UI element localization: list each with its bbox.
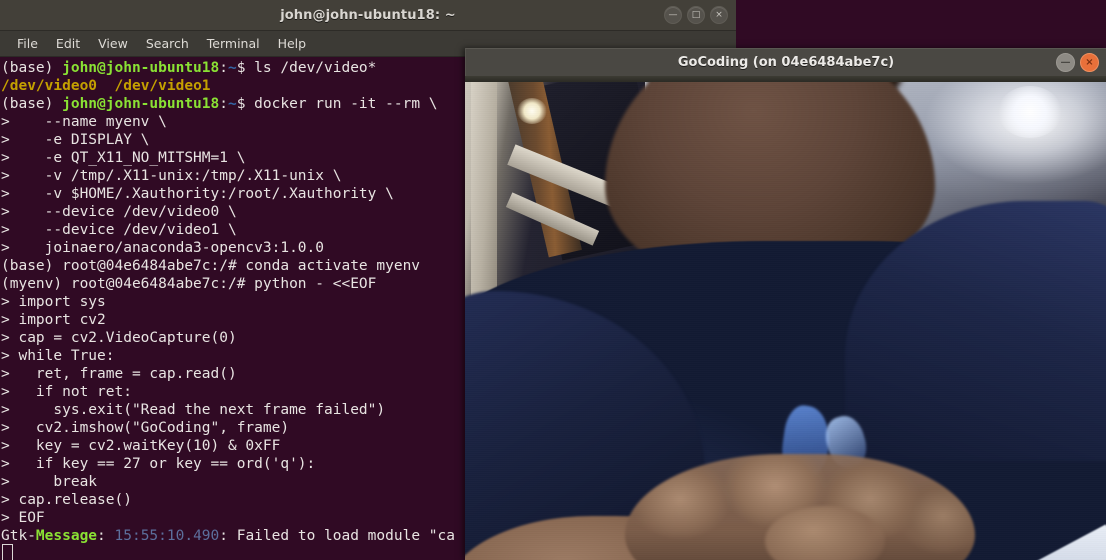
terminal-text: (myenv) root@04e6484abe7c:/# python - <<… <box>1 276 377 292</box>
terminal-text: > cv2.imshow("GoCoding", frame) <box>1 420 290 436</box>
terminal-text: john@john-ubuntu18 <box>62 96 220 112</box>
webcam-light-left <box>517 98 547 124</box>
terminal-text: (base) <box>1 96 63 112</box>
terminal-text: > cap.release() <box>1 492 132 508</box>
close-icon[interactable]: × <box>710 6 728 24</box>
terminal-text: > break <box>1 474 98 490</box>
close-icon[interactable]: × <box>1080 53 1099 72</box>
terminal-text: > import sys <box>1 294 106 310</box>
gocoding-video-window: GoCoding (on 04e6484abe7c) — × <box>465 48 1106 560</box>
terminal-text: > while True: <box>1 348 115 364</box>
terminal-text: > if key == 27 or key == ord('q'): <box>1 456 316 472</box>
webcam-video-feed <box>465 76 1106 560</box>
terminal-text: > ret, frame = cap.read() <box>1 366 237 382</box>
terminal-text: > -e QT_X11_NO_MITSHM=1 \ <box>1 150 246 166</box>
terminal-text: Message <box>35 528 98 544</box>
terminal-text: > -v $HOME/.Xauthority:/root/.Xauthority… <box>1 186 394 202</box>
terminal-text: Gtk- <box>1 528 36 544</box>
webcam-light-right <box>998 86 1062 138</box>
terminal-titlebar[interactable]: john@john-ubuntu18: ~ — □ × <box>0 0 736 31</box>
menu-item-search[interactable]: Search <box>137 33 198 54</box>
terminal-text: > --name myenv \ <box>1 114 167 130</box>
terminal-text: > sys.exit("Read the next frame failed") <box>1 402 386 418</box>
terminal-text: > -v /tmp/.X11-unix:/tmp/.X11-unix \ <box>1 168 342 184</box>
terminal-text: > if not ret: <box>1 384 132 400</box>
desktop-screen: john@john-ubuntu18: ~ — □ × File Edit Vi… <box>0 0 1106 560</box>
terminal-text: $ ls /dev/video* <box>236 60 377 76</box>
gocoding-window-controls: — × <box>1056 49 1099 76</box>
terminal-text: > -e DISPLAY \ <box>1 132 150 148</box>
terminal-text: : <box>97 528 115 544</box>
gocoding-titlebar[interactable]: GoCoding (on 04e6484abe7c) — × <box>465 48 1106 76</box>
gocoding-window-title: GoCoding (on 04e6484abe7c) <box>677 55 895 70</box>
menu-item-edit[interactable]: Edit <box>47 33 89 54</box>
terminal-text: 15:55:10.490 <box>114 528 220 544</box>
terminal-text: : <box>219 60 228 76</box>
terminal-window-controls: — □ × <box>664 0 728 30</box>
terminal-text: /dev/video0 <box>1 78 98 94</box>
menu-item-file[interactable]: File <box>8 33 47 54</box>
terminal-text: ~ <box>227 96 237 112</box>
terminal-window-title: john@john-ubuntu18: ~ <box>280 7 456 23</box>
terminal-text: > --device /dev/video0 \ <box>1 204 237 220</box>
terminal-text: > --device /dev/video1 \ <box>1 222 237 238</box>
terminal-text: > import cv2 <box>1 312 106 328</box>
terminal-text: > joinaero/anaconda3-opencv3:1.0.0 <box>1 240 325 256</box>
maximize-icon[interactable]: □ <box>687 6 705 24</box>
terminal-text: /dev/video1 <box>114 78 211 94</box>
minimize-icon[interactable]: — <box>1056 53 1075 72</box>
menu-item-terminal[interactable]: Terminal <box>198 33 269 54</box>
webcam-top-band <box>465 76 1106 82</box>
menu-item-help[interactable]: Help <box>269 33 316 54</box>
terminal-text: ~ <box>227 60 237 76</box>
terminal-text: > cap = cv2.VideoCapture(0) <box>1 330 237 346</box>
terminal-text: $ docker run -it --rm \ <box>236 96 438 112</box>
minimize-icon[interactable]: — <box>664 6 682 24</box>
terminal-cursor <box>2 544 13 560</box>
terminal-text: > key = cv2.waitKey(10) & 0xFF <box>1 438 281 454</box>
menu-item-view[interactable]: View <box>89 33 137 54</box>
terminal-text: (base) root@04e6484abe7c:/# conda activa… <box>1 258 421 274</box>
terminal-text: : <box>219 96 228 112</box>
terminal-text: > EOF <box>1 510 45 526</box>
terminal-text: john@john-ubuntu18 <box>62 60 220 76</box>
terminal-text: (base) <box>1 60 63 76</box>
terminal-text: : Failed to load module "ca <box>219 528 455 544</box>
